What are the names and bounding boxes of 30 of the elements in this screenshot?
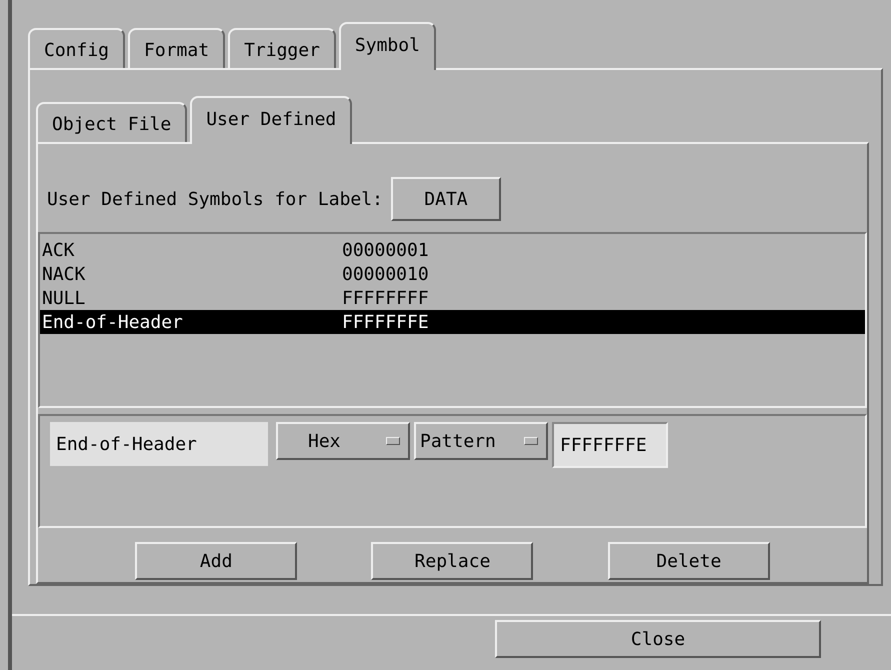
list-row[interactable]: End-of-Header FFFFFFFE bbox=[40, 310, 865, 334]
tab[interactable]: Config bbox=[28, 28, 126, 68]
action-button[interactable]: Replace bbox=[371, 542, 534, 580]
list-row[interactable]: NULL FFFFFFFF bbox=[40, 286, 865, 310]
symbol-value: 00000010 bbox=[342, 264, 429, 284]
symbol-name: NACK bbox=[42, 264, 86, 284]
type-menu[interactable]: Pattern bbox=[414, 422, 548, 460]
symbol-name: ACK bbox=[42, 240, 76, 260]
base-menu[interactable]: Hex bbox=[276, 422, 410, 460]
tab[interactable]: Symbol bbox=[338, 22, 436, 70]
list-row[interactable]: NACK 00000010 bbox=[40, 262, 865, 286]
list-row[interactable]: ACK 00000001 bbox=[40, 238, 865, 262]
tab[interactable]: User Defined bbox=[190, 96, 352, 144]
name-field[interactable]: End-of-Header bbox=[50, 422, 268, 466]
symbol-name: NULL bbox=[42, 288, 86, 308]
option-indicator-icon bbox=[386, 437, 400, 445]
label-text: User Defined Symbols for Label: bbox=[47, 188, 383, 210]
symbol-value: 00000001 bbox=[342, 240, 429, 260]
action-button[interactable]: Delete bbox=[608, 542, 770, 580]
option-indicator-icon bbox=[524, 437, 538, 445]
symbol-value: FFFFFFFF bbox=[342, 288, 429, 308]
tab[interactable]: Object File bbox=[36, 102, 188, 142]
tab[interactable]: Format bbox=[128, 28, 226, 68]
action-button[interactable]: Add bbox=[135, 542, 298, 580]
close-button[interactable]: Close bbox=[495, 620, 821, 658]
symbol-name: End-of-Header bbox=[42, 312, 184, 332]
value-field[interactable]: FFFFFFFE bbox=[552, 422, 668, 468]
tab[interactable]: Trigger bbox=[228, 28, 336, 68]
symbol-value: FFFFFFFE bbox=[342, 312, 429, 332]
label-button[interactable]: DATA bbox=[390, 177, 501, 221]
